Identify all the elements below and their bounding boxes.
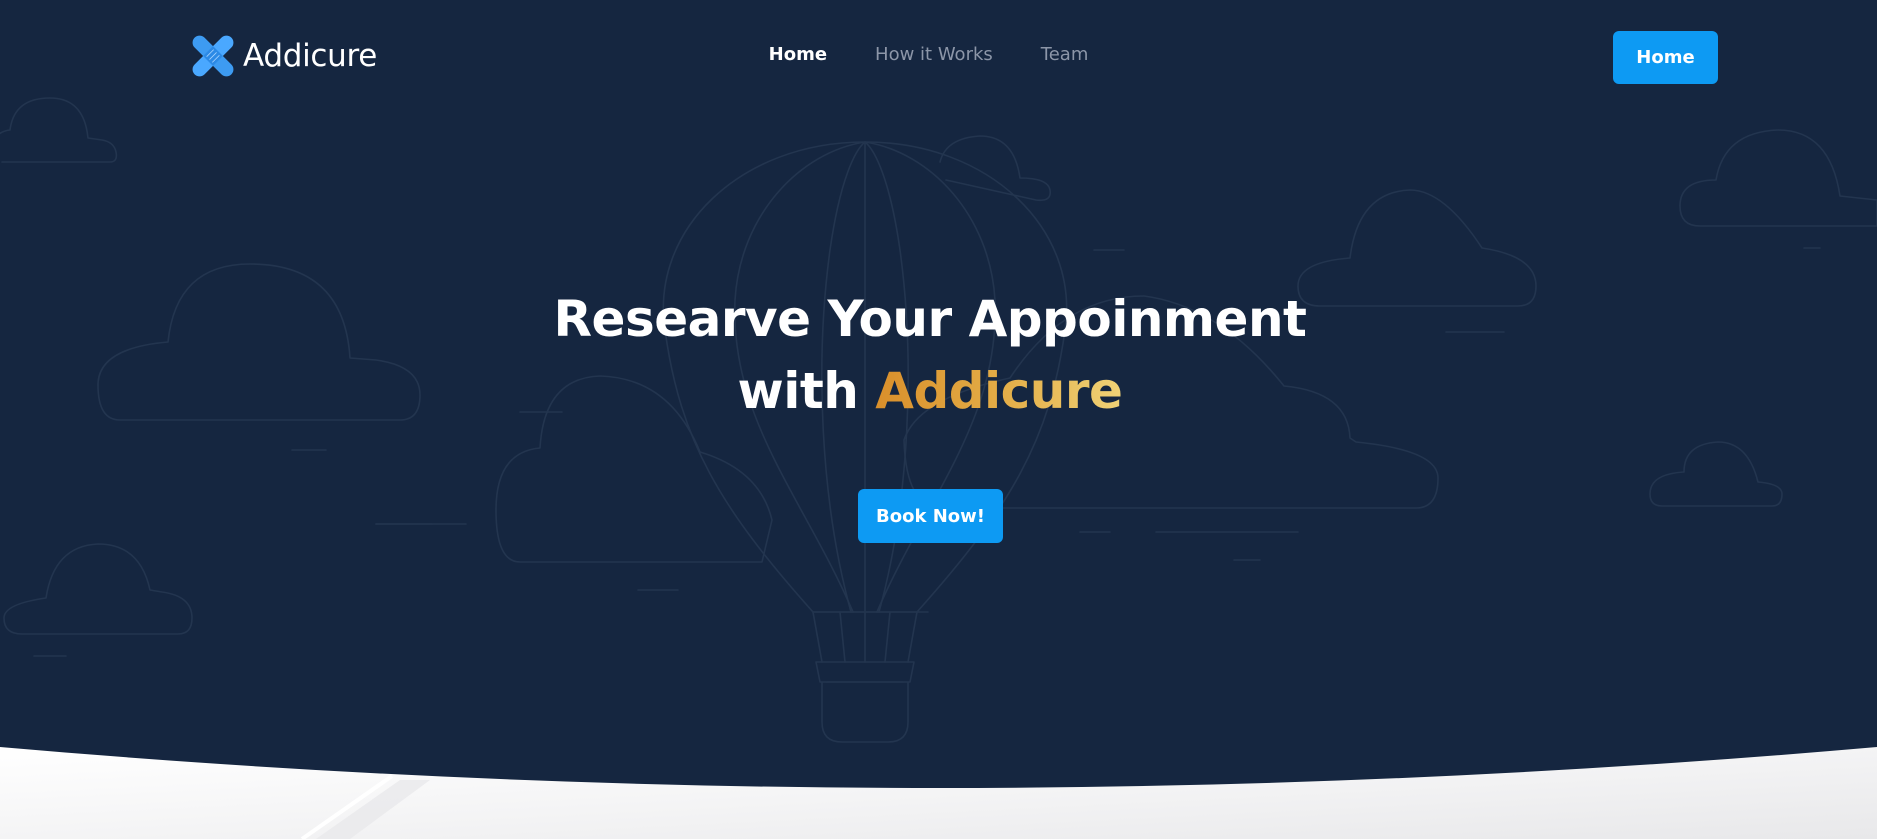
nav-menu: Home How it Works Team [0, 44, 1877, 65]
nav-link-team[interactable]: Team [1041, 44, 1089, 65]
headline-line-1: Researve Your Appoinment [553, 290, 1307, 348]
headline-line-2-prefix: with [737, 362, 859, 420]
nav-link-home[interactable]: Home [769, 44, 827, 65]
hero-section: Addicure Home How it Works Team Home Res… [0, 0, 1877, 839]
book-now-button[interactable]: Book Now! [858, 489, 1003, 543]
navbar: Addicure Home How it Works Team Home [0, 0, 1877, 112]
hero-headline: Researve Your Appoinment with Addicure [0, 283, 1860, 427]
nav-home-button[interactable]: Home [1613, 31, 1718, 84]
headline-brand-highlight: Addicure [875, 362, 1123, 420]
nav-link-how-it-works[interactable]: How it Works [875, 44, 993, 65]
